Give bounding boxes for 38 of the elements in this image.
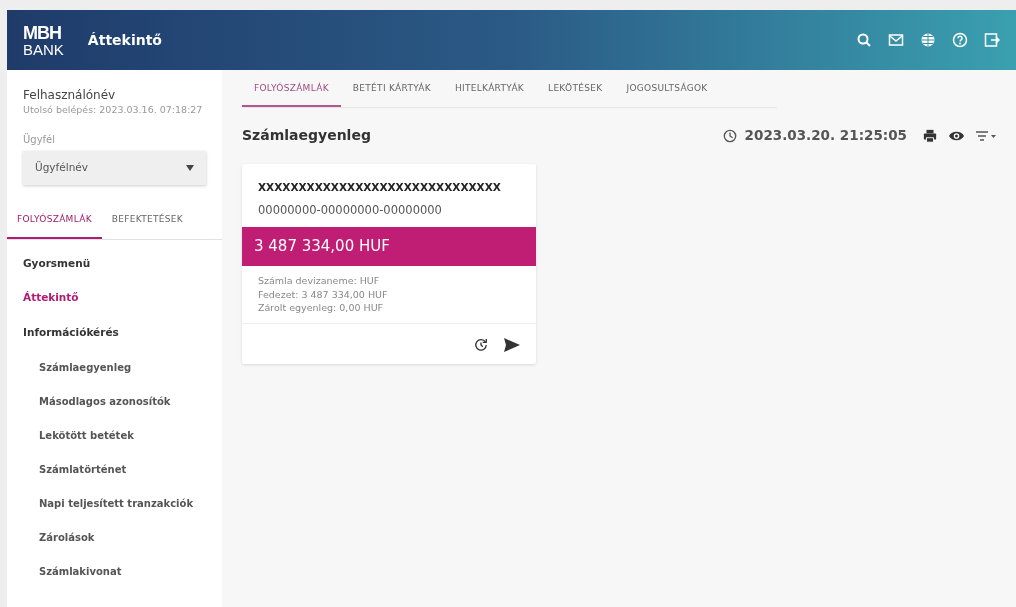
sidebar-item[interactable]: Áttekintő — [23, 290, 206, 307]
caret-icon — [186, 165, 194, 172]
account-tab[interactable]: FOLYÓSZÁMLÁK — [242, 70, 341, 107]
account-tab[interactable]: JOGOSULTSÁGOK — [614, 70, 720, 107]
sidebar-subitem[interactable]: Zárolások — [39, 529, 206, 545]
section-title: Számlaegyenleg — [242, 126, 371, 145]
mail-button[interactable] — [888, 32, 904, 48]
sidebar-item[interactable]: Információkérés — [23, 325, 206, 341]
last-login-text: Utolsó belépés: 2023.03.16. 07:18:27 — [23, 104, 204, 117]
account-detail: Zárolt egyenleg: 0,00 HUF — [258, 301, 385, 316]
sidebar-subitem[interactable]: Napi teljesített tranzakciók — [39, 495, 206, 511]
bank-logo: MBH BANK — [23, 23, 64, 57]
sidebar-subitem[interactable]: Lekötött betétek — [39, 427, 206, 443]
client-label: Ügyfél — [23, 132, 57, 148]
account-detail: Számla devizaneme: HUF — [258, 273, 381, 288]
account-tab[interactable]: BETÉTI KÁRTYÁK — [340, 70, 443, 107]
search-button[interactable] — [856, 32, 872, 48]
sidebar-item[interactable]: Gyorsmenü — [23, 255, 206, 272]
account-tab[interactable]: LEKÖTÉSEK — [536, 70, 615, 107]
sidebar-subitem[interactable]: Számlatörténet — [39, 461, 206, 477]
logout-button[interactable] — [984, 32, 1000, 48]
sidebar-tab[interactable]: FOLYÓSZÁMLÁK — [7, 201, 102, 239]
timestamp: 2023.03.20. 21:25:05 — [744, 126, 907, 146]
account-name: XXXXXXXXXXXXXXXXXXXXXXXXXXXXXX — [258, 179, 502, 195]
account-number: 00000000-00000000-00000000 — [258, 202, 443, 220]
account-tab[interactable]: HITELKÁRTYÁK — [443, 70, 537, 107]
sidebar-tab[interactable]: BEFEKTETÉSEK — [101, 201, 194, 239]
account-detail: Fedezet: 3 487 334,00 HUF — [258, 287, 389, 302]
sidebar-subitem[interactable]: Számlakivonat — [39, 563, 206, 579]
client-select[interactable]: Ügyfélnév — [23, 151, 206, 186]
sidebar-subitem[interactable]: Másodlagos azonosítók — [39, 393, 206, 409]
sidebar-subitem[interactable]: Számlaegyenleg — [39, 359, 206, 375]
page-title: Áttekintő — [87, 30, 162, 50]
user-name: Felhasználónév — [23, 87, 117, 104]
help-button[interactable] — [952, 32, 968, 48]
clock-icon — [722, 128, 737, 143]
account-balance: 3 487 334,00 HUF — [242, 227, 536, 266]
globe-button[interactable] — [920, 32, 936, 48]
